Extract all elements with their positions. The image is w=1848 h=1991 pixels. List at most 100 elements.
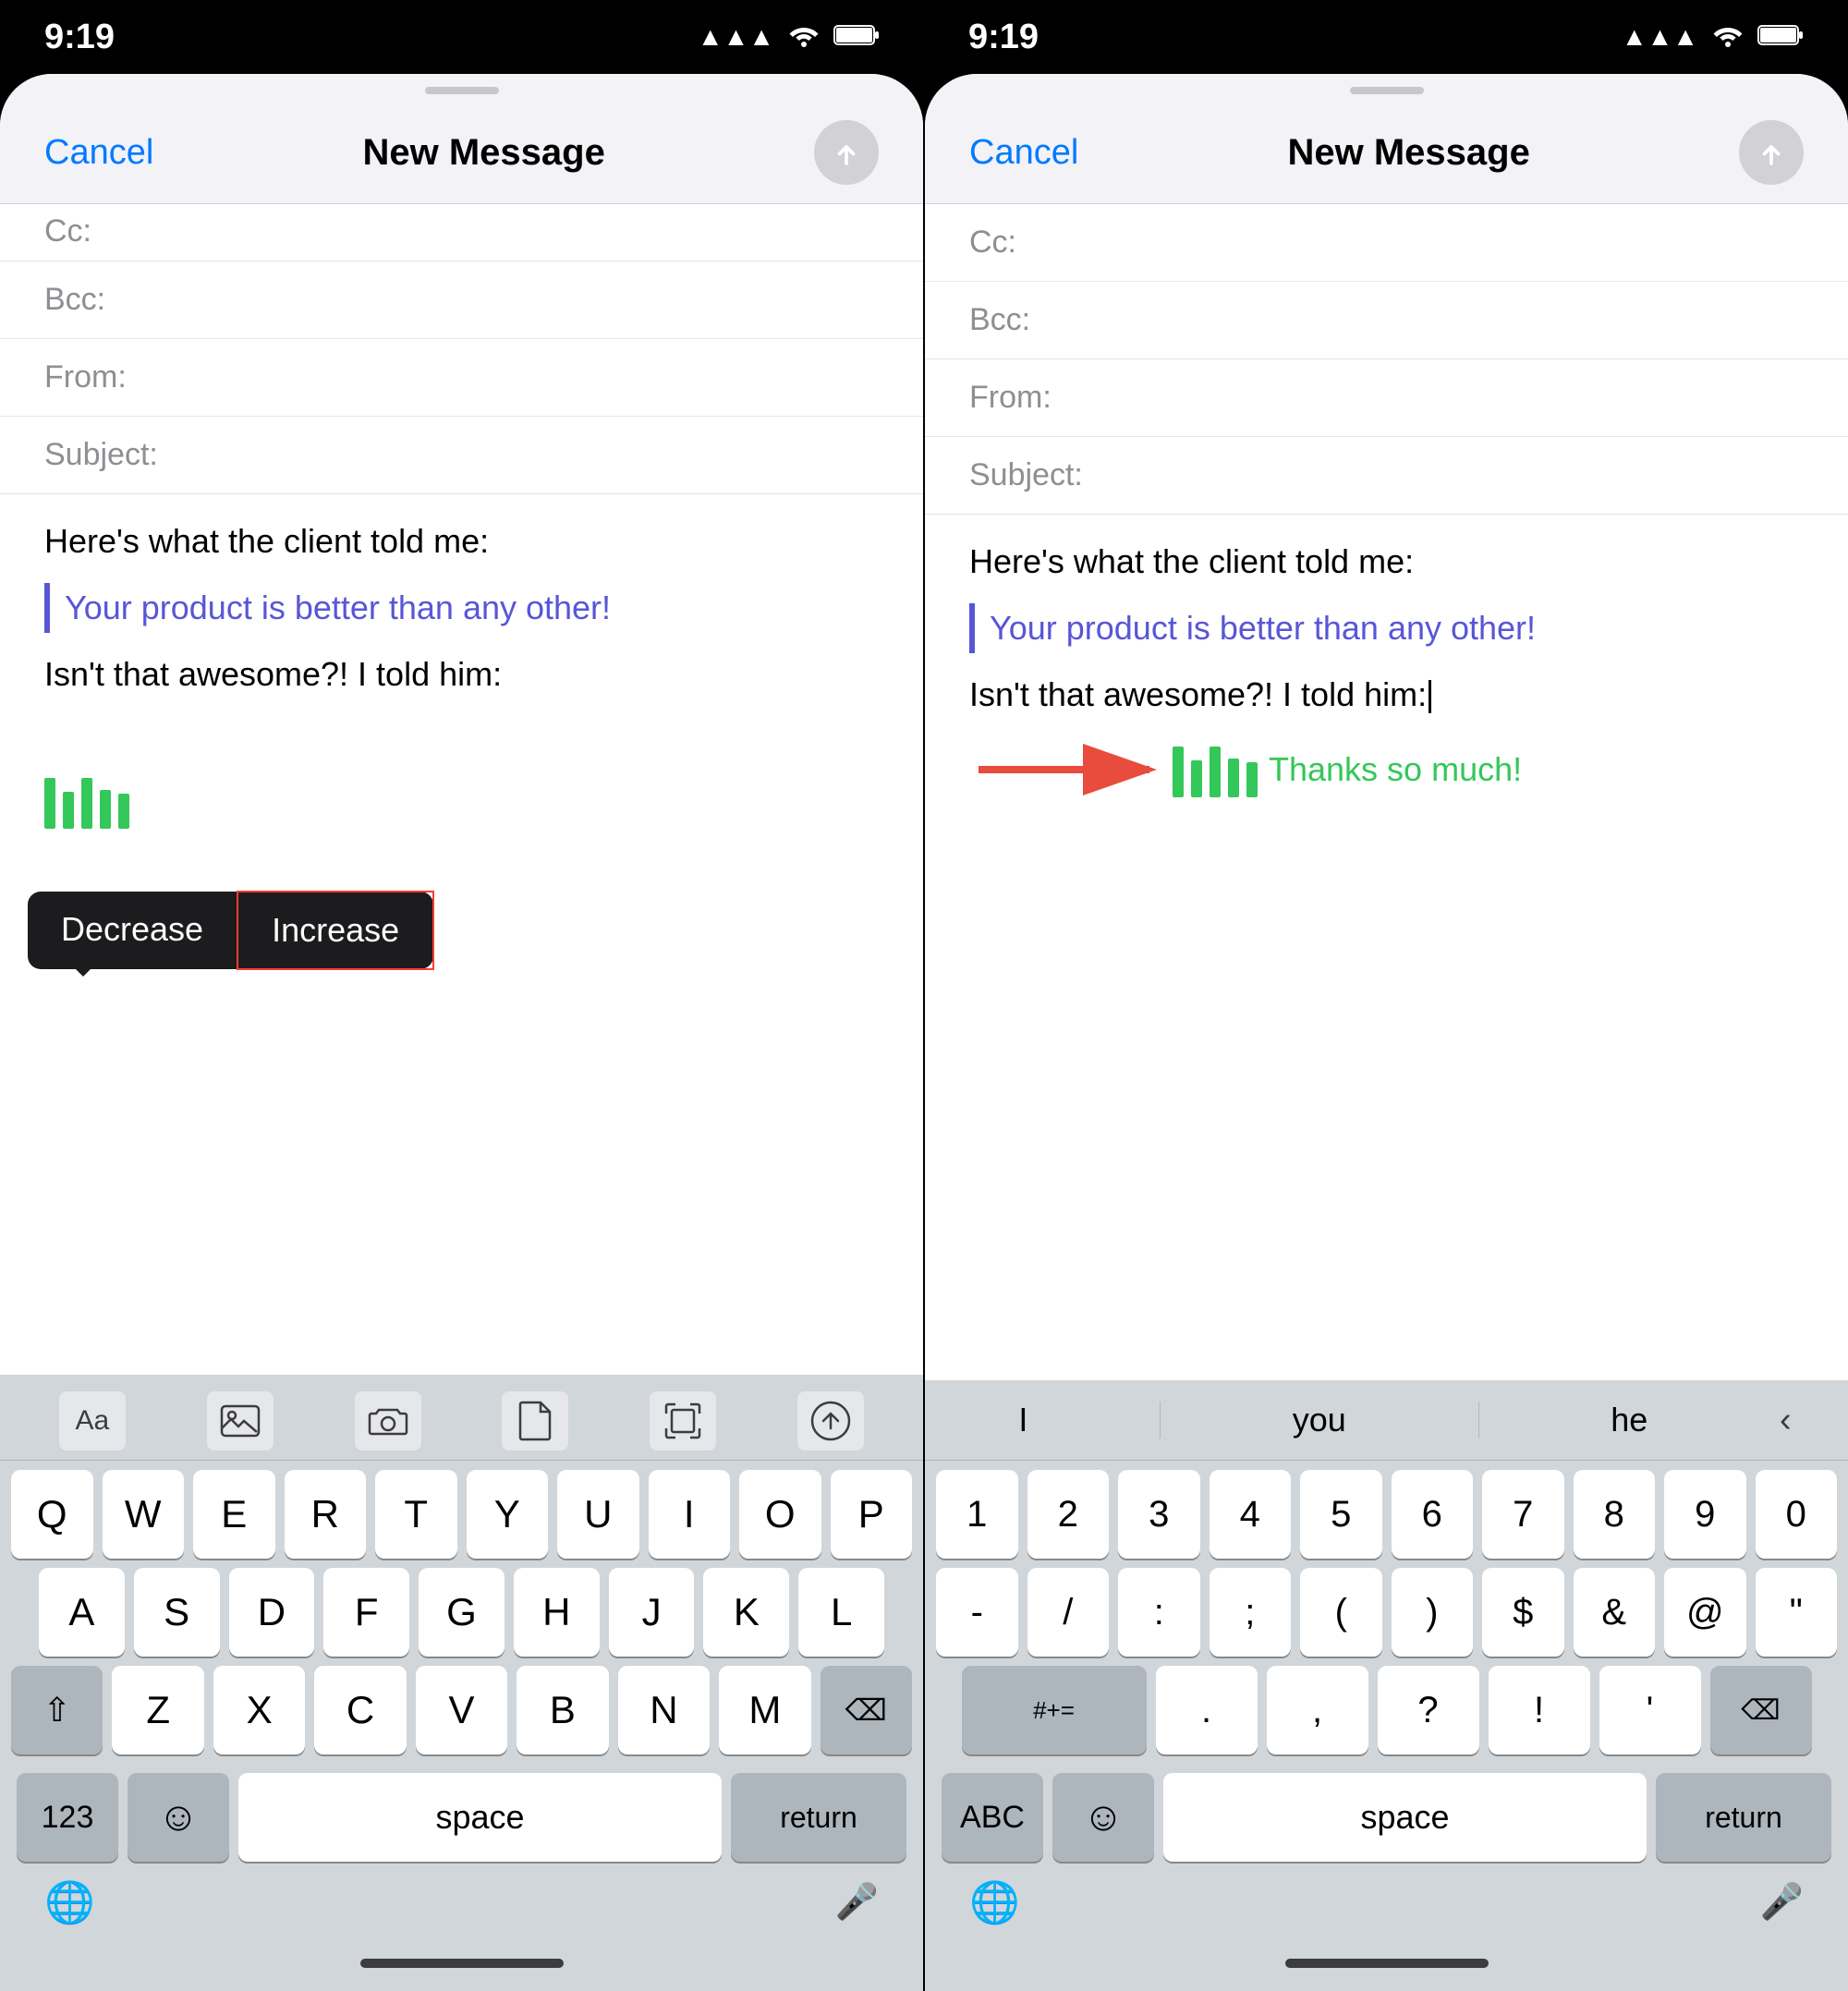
key-U[interactable]: U: [557, 1470, 639, 1559]
key-amp[interactable]: &: [1574, 1568, 1656, 1657]
scan-button[interactable]: [650, 1391, 716, 1451]
key-N[interactable]: N: [618, 1666, 710, 1754]
key-B[interactable]: B: [517, 1666, 608, 1754]
file-button[interactable]: [502, 1391, 568, 1451]
key-R[interactable]: R: [285, 1470, 367, 1559]
key-apostrophe[interactable]: ': [1599, 1666, 1701, 1754]
key-5[interactable]: 5: [1300, 1470, 1382, 1559]
key-Q[interactable]: Q: [11, 1470, 93, 1559]
key-W[interactable]: W: [103, 1470, 185, 1559]
key-L[interactable]: L: [798, 1568, 884, 1657]
key-4[interactable]: 4: [1210, 1470, 1292, 1559]
left-return-key[interactable]: return: [731, 1773, 906, 1862]
key-6[interactable]: 6: [1392, 1470, 1474, 1559]
key-slash[interactable]: /: [1027, 1568, 1110, 1657]
key-S[interactable]: S: [134, 1568, 220, 1657]
key-lparen[interactable]: (: [1300, 1568, 1382, 1657]
right-space-key[interactable]: space: [1163, 1773, 1647, 1862]
left-space-key[interactable]: space: [238, 1773, 722, 1862]
key-period[interactable]: .: [1156, 1666, 1258, 1754]
left-subject-row[interactable]: Subject:: [0, 417, 923, 494]
globe-icon[interactable]: 🌐: [44, 1878, 95, 1926]
left-num-key[interactable]: 123: [17, 1773, 118, 1862]
right-cc-row[interactable]: Cc:: [925, 204, 1848, 282]
left-cancel-button[interactable]: Cancel: [44, 133, 153, 173]
key-1[interactable]: 1: [936, 1470, 1018, 1559]
key-F[interactable]: F: [323, 1568, 409, 1657]
right-delete-key[interactable]: ⌫: [1710, 1666, 1812, 1754]
key-symbols[interactable]: #+=: [962, 1666, 1147, 1754]
send-arrow-button[interactable]: [797, 1391, 864, 1451]
right-green-bar-2: [1191, 760, 1202, 797]
key-rparen[interactable]: ): [1392, 1568, 1474, 1657]
right-globe-icon[interactable]: 🌐: [969, 1878, 1020, 1926]
key-X[interactable]: X: [213, 1666, 305, 1754]
font-size-button[interactable]: Aa: [59, 1391, 126, 1451]
key-I[interactable]: I: [649, 1470, 731, 1559]
suggestion-div-2: [1478, 1402, 1479, 1439]
key-8[interactable]: 8: [1574, 1470, 1656, 1559]
right-cancel-button[interactable]: Cancel: [969, 133, 1078, 173]
right-return-key[interactable]: return: [1656, 1773, 1831, 1862]
key-dash[interactable]: -: [936, 1568, 1018, 1657]
key-quote[interactable]: ": [1756, 1568, 1838, 1657]
left-from-row[interactable]: From:: [0, 339, 923, 417]
key-J[interactable]: J: [609, 1568, 695, 1657]
image-insert-button[interactable]: [207, 1391, 274, 1451]
key-V[interactable]: V: [416, 1666, 507, 1754]
key-M[interactable]: M: [719, 1666, 810, 1754]
key-comma[interactable]: ,: [1267, 1666, 1368, 1754]
left-bcc-row[interactable]: Bcc:: [0, 261, 923, 339]
key-semi[interactable]: ;: [1210, 1568, 1292, 1657]
left-email-body[interactable]: Here's what the client told me: Your pro…: [0, 494, 923, 1375]
left-key-row-3: ⇧ Z X C V B N M ⌫: [11, 1666, 912, 1754]
key-G[interactable]: G: [419, 1568, 505, 1657]
right-body-text2: Isn't that awesome?! I told him:: [969, 670, 1804, 720]
right-emoji-key[interactable]: ☺: [1052, 1773, 1154, 1862]
key-Y[interactable]: Y: [467, 1470, 549, 1559]
suggestion-collapse[interactable]: ‹: [1780, 1401, 1792, 1440]
right-microphone-icon[interactable]: 🎤: [1760, 1882, 1804, 1923]
key-D[interactable]: D: [229, 1568, 315, 1657]
right-abc-key[interactable]: ABC: [942, 1773, 1043, 1862]
delete-key[interactable]: ⌫: [821, 1666, 912, 1754]
key-C[interactable]: C: [314, 1666, 406, 1754]
left-emoji-key[interactable]: ☺: [128, 1773, 229, 1862]
key-at[interactable]: @: [1664, 1568, 1746, 1657]
suggestion-I[interactable]: I: [981, 1393, 1064, 1447]
key-K[interactable]: K: [703, 1568, 789, 1657]
right-keyboard-extras: 🌐 🎤: [925, 1862, 1848, 1936]
decrease-indent-button[interactable]: Decrease: [28, 892, 237, 969]
suggestion-you[interactable]: you: [1256, 1393, 1383, 1447]
key-T[interactable]: T: [375, 1470, 457, 1559]
key-colon[interactable]: :: [1118, 1568, 1200, 1657]
increase-indent-button[interactable]: Increase: [237, 891, 434, 970]
right-bcc-row[interactable]: Bcc:: [925, 282, 1848, 359]
key-A[interactable]: A: [39, 1568, 125, 1657]
key-E[interactable]: E: [193, 1470, 275, 1559]
right-email-body[interactable]: Here's what the client told me: Your pro…: [925, 515, 1848, 1380]
right-send-button[interactable]: [1739, 120, 1804, 185]
right-subject-row[interactable]: Subject:: [925, 437, 1848, 515]
key-Z[interactable]: Z: [112, 1666, 203, 1754]
key-9[interactable]: 9: [1664, 1470, 1746, 1559]
left-send-button[interactable]: [814, 120, 879, 185]
key-O[interactable]: O: [739, 1470, 821, 1559]
key-2[interactable]: 2: [1027, 1470, 1110, 1559]
key-dollar[interactable]: $: [1482, 1568, 1564, 1657]
key-7[interactable]: 7: [1482, 1470, 1564, 1559]
camera-button[interactable]: [355, 1391, 421, 1451]
suggestion-he[interactable]: he: [1574, 1393, 1684, 1447]
key-0[interactable]: 0: [1756, 1470, 1838, 1559]
key-P[interactable]: P: [831, 1470, 913, 1559]
shift-key[interactable]: ⇧: [11, 1666, 103, 1754]
microphone-icon[interactable]: 🎤: [835, 1882, 879, 1923]
key-question[interactable]: ?: [1378, 1666, 1479, 1754]
key-H[interactable]: H: [514, 1568, 600, 1657]
right-green-bar-3: [1210, 747, 1221, 797]
right-nav-bar: Cancel New Message: [925, 94, 1848, 204]
right-from-row[interactable]: From:: [925, 359, 1848, 437]
right-home-indicator-area: [925, 1936, 1848, 1991]
key-exclaim[interactable]: !: [1489, 1666, 1590, 1754]
key-3[interactable]: 3: [1118, 1470, 1200, 1559]
